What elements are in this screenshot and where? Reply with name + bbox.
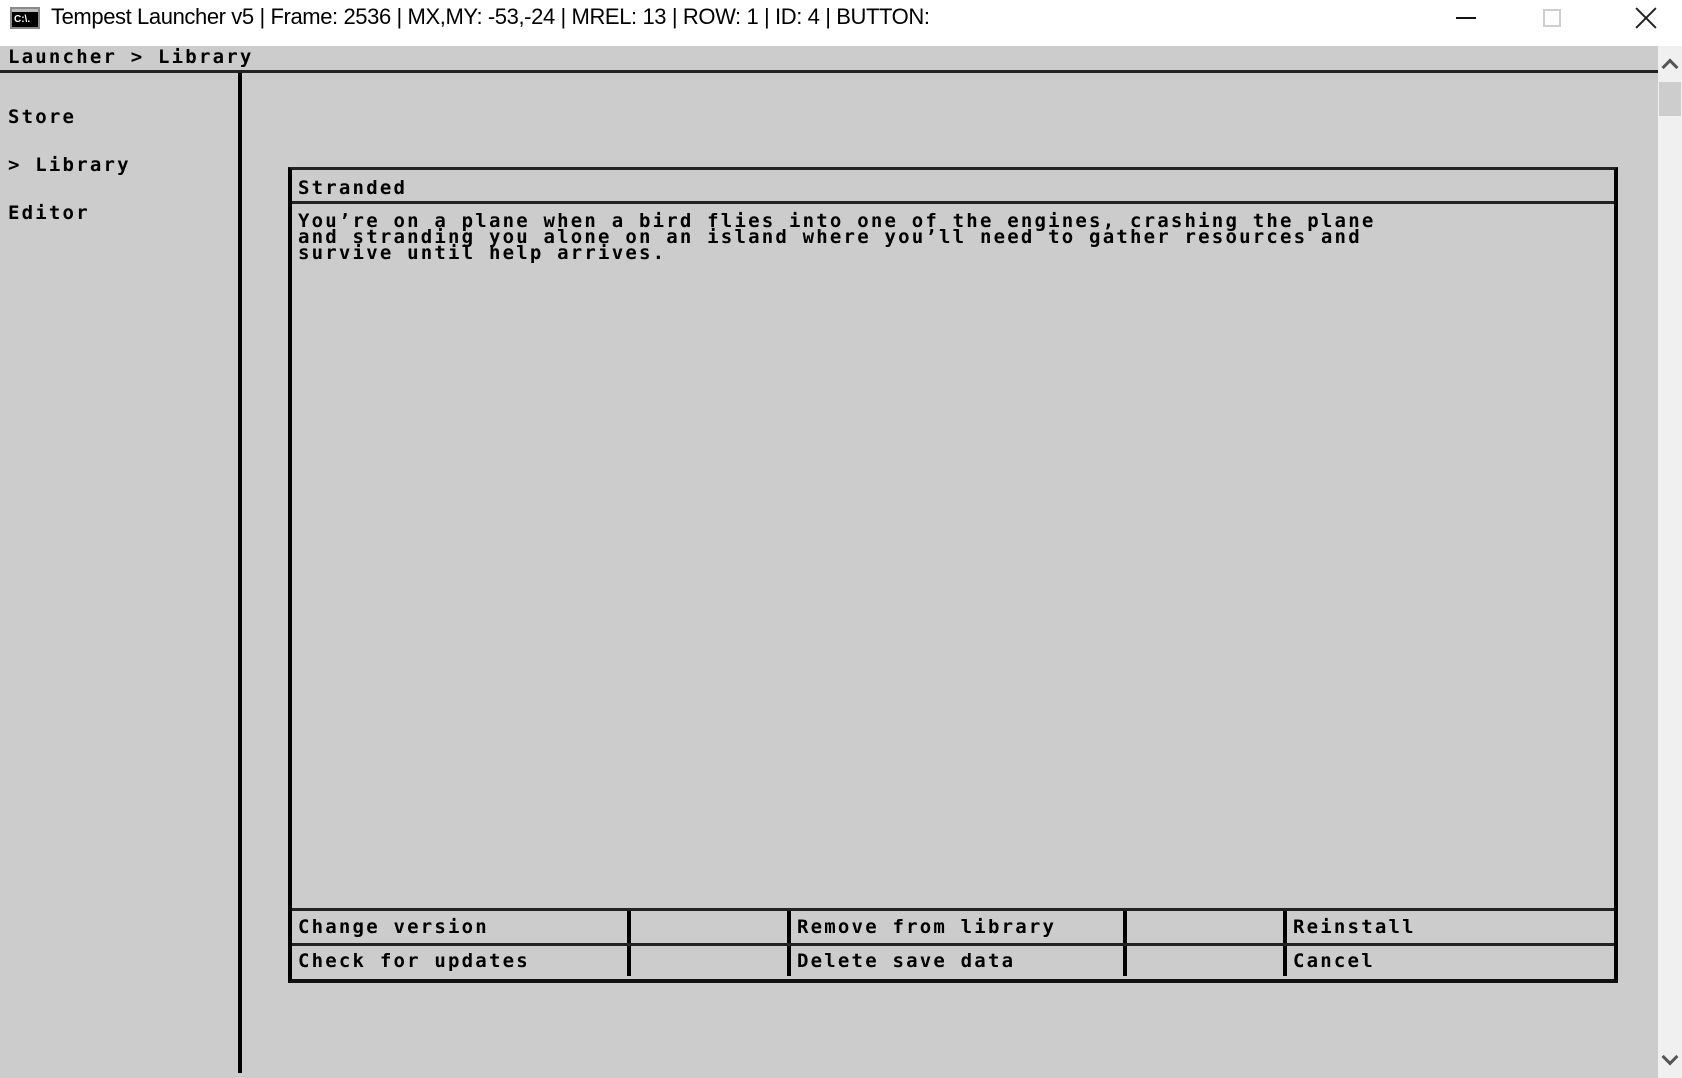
close-button[interactable] [1600, 0, 1682, 36]
check-for-updates-button[interactable]: Check for updates [292, 946, 627, 976]
dialog-title-divider [292, 201, 1614, 204]
sidebar-item-editor[interactable]: Editor [8, 204, 131, 223]
cancel-button[interactable]: Cancel [1287, 946, 1615, 976]
console-area: Launcher > Library Store > Library Edito… [0, 46, 1658, 1078]
minimize-icon [1456, 17, 1476, 19]
sidebar: Store > Library Editor [8, 77, 131, 253]
sidebar-item-store[interactable]: Store [8, 108, 131, 127]
game-description: You’re on a plane when a bird flies into… [298, 210, 1376, 264]
action-button-grid: Change version Remove from library Reins… [292, 908, 1614, 979]
chevron-up-icon [1661, 58, 1679, 76]
empty-button-cell [631, 946, 787, 976]
console-icon: C:\. [10, 7, 40, 29]
window-titlebar: C:\. Tempest Launcher v5 | Frame: 2536 |… [0, 0, 1682, 44]
empty-button-cell [631, 911, 787, 943]
close-icon [1634, 6, 1658, 30]
scrollbar-thumb[interactable] [1659, 82, 1681, 116]
maximize-icon [1543, 9, 1561, 27]
window-title: Tempest Launcher v5 | Frame: 2536 | MX,M… [51, 4, 930, 29]
sidebar-item-library[interactable]: > Library [8, 156, 131, 175]
reinstall-button[interactable]: Reinstall [1287, 911, 1615, 943]
dialog-title: Stranded [298, 177, 408, 199]
button-row: Change version Remove from library Reins… [292, 911, 1614, 943]
header-divider [0, 70, 1658, 73]
sidebar-divider [238, 73, 242, 1073]
remove-from-library-button[interactable]: Remove from library [791, 911, 1123, 943]
scroll-up-button[interactable] [1658, 46, 1682, 82]
chevron-down-icon [1661, 1048, 1679, 1066]
delete-save-data-button[interactable]: Delete save data [791, 946, 1123, 976]
minimize-button[interactable] [1420, 0, 1512, 36]
vertical-scrollbar[interactable] [1658, 46, 1682, 1078]
scroll-down-button[interactable] [1658, 1042, 1682, 1078]
console-icon-text: C:\. [14, 14, 31, 25]
empty-button-cell [1127, 911, 1283, 943]
button-row: Check for updates Delete save data Cance… [292, 943, 1614, 976]
maximize-button[interactable] [1506, 0, 1598, 36]
empty-button-cell [1127, 946, 1283, 976]
change-version-button[interactable]: Change version [292, 911, 627, 943]
breadcrumb: Launcher > Library [8, 46, 254, 68]
game-options-dialog: Stranded You’re on a plane when a bird f… [288, 167, 1618, 983]
